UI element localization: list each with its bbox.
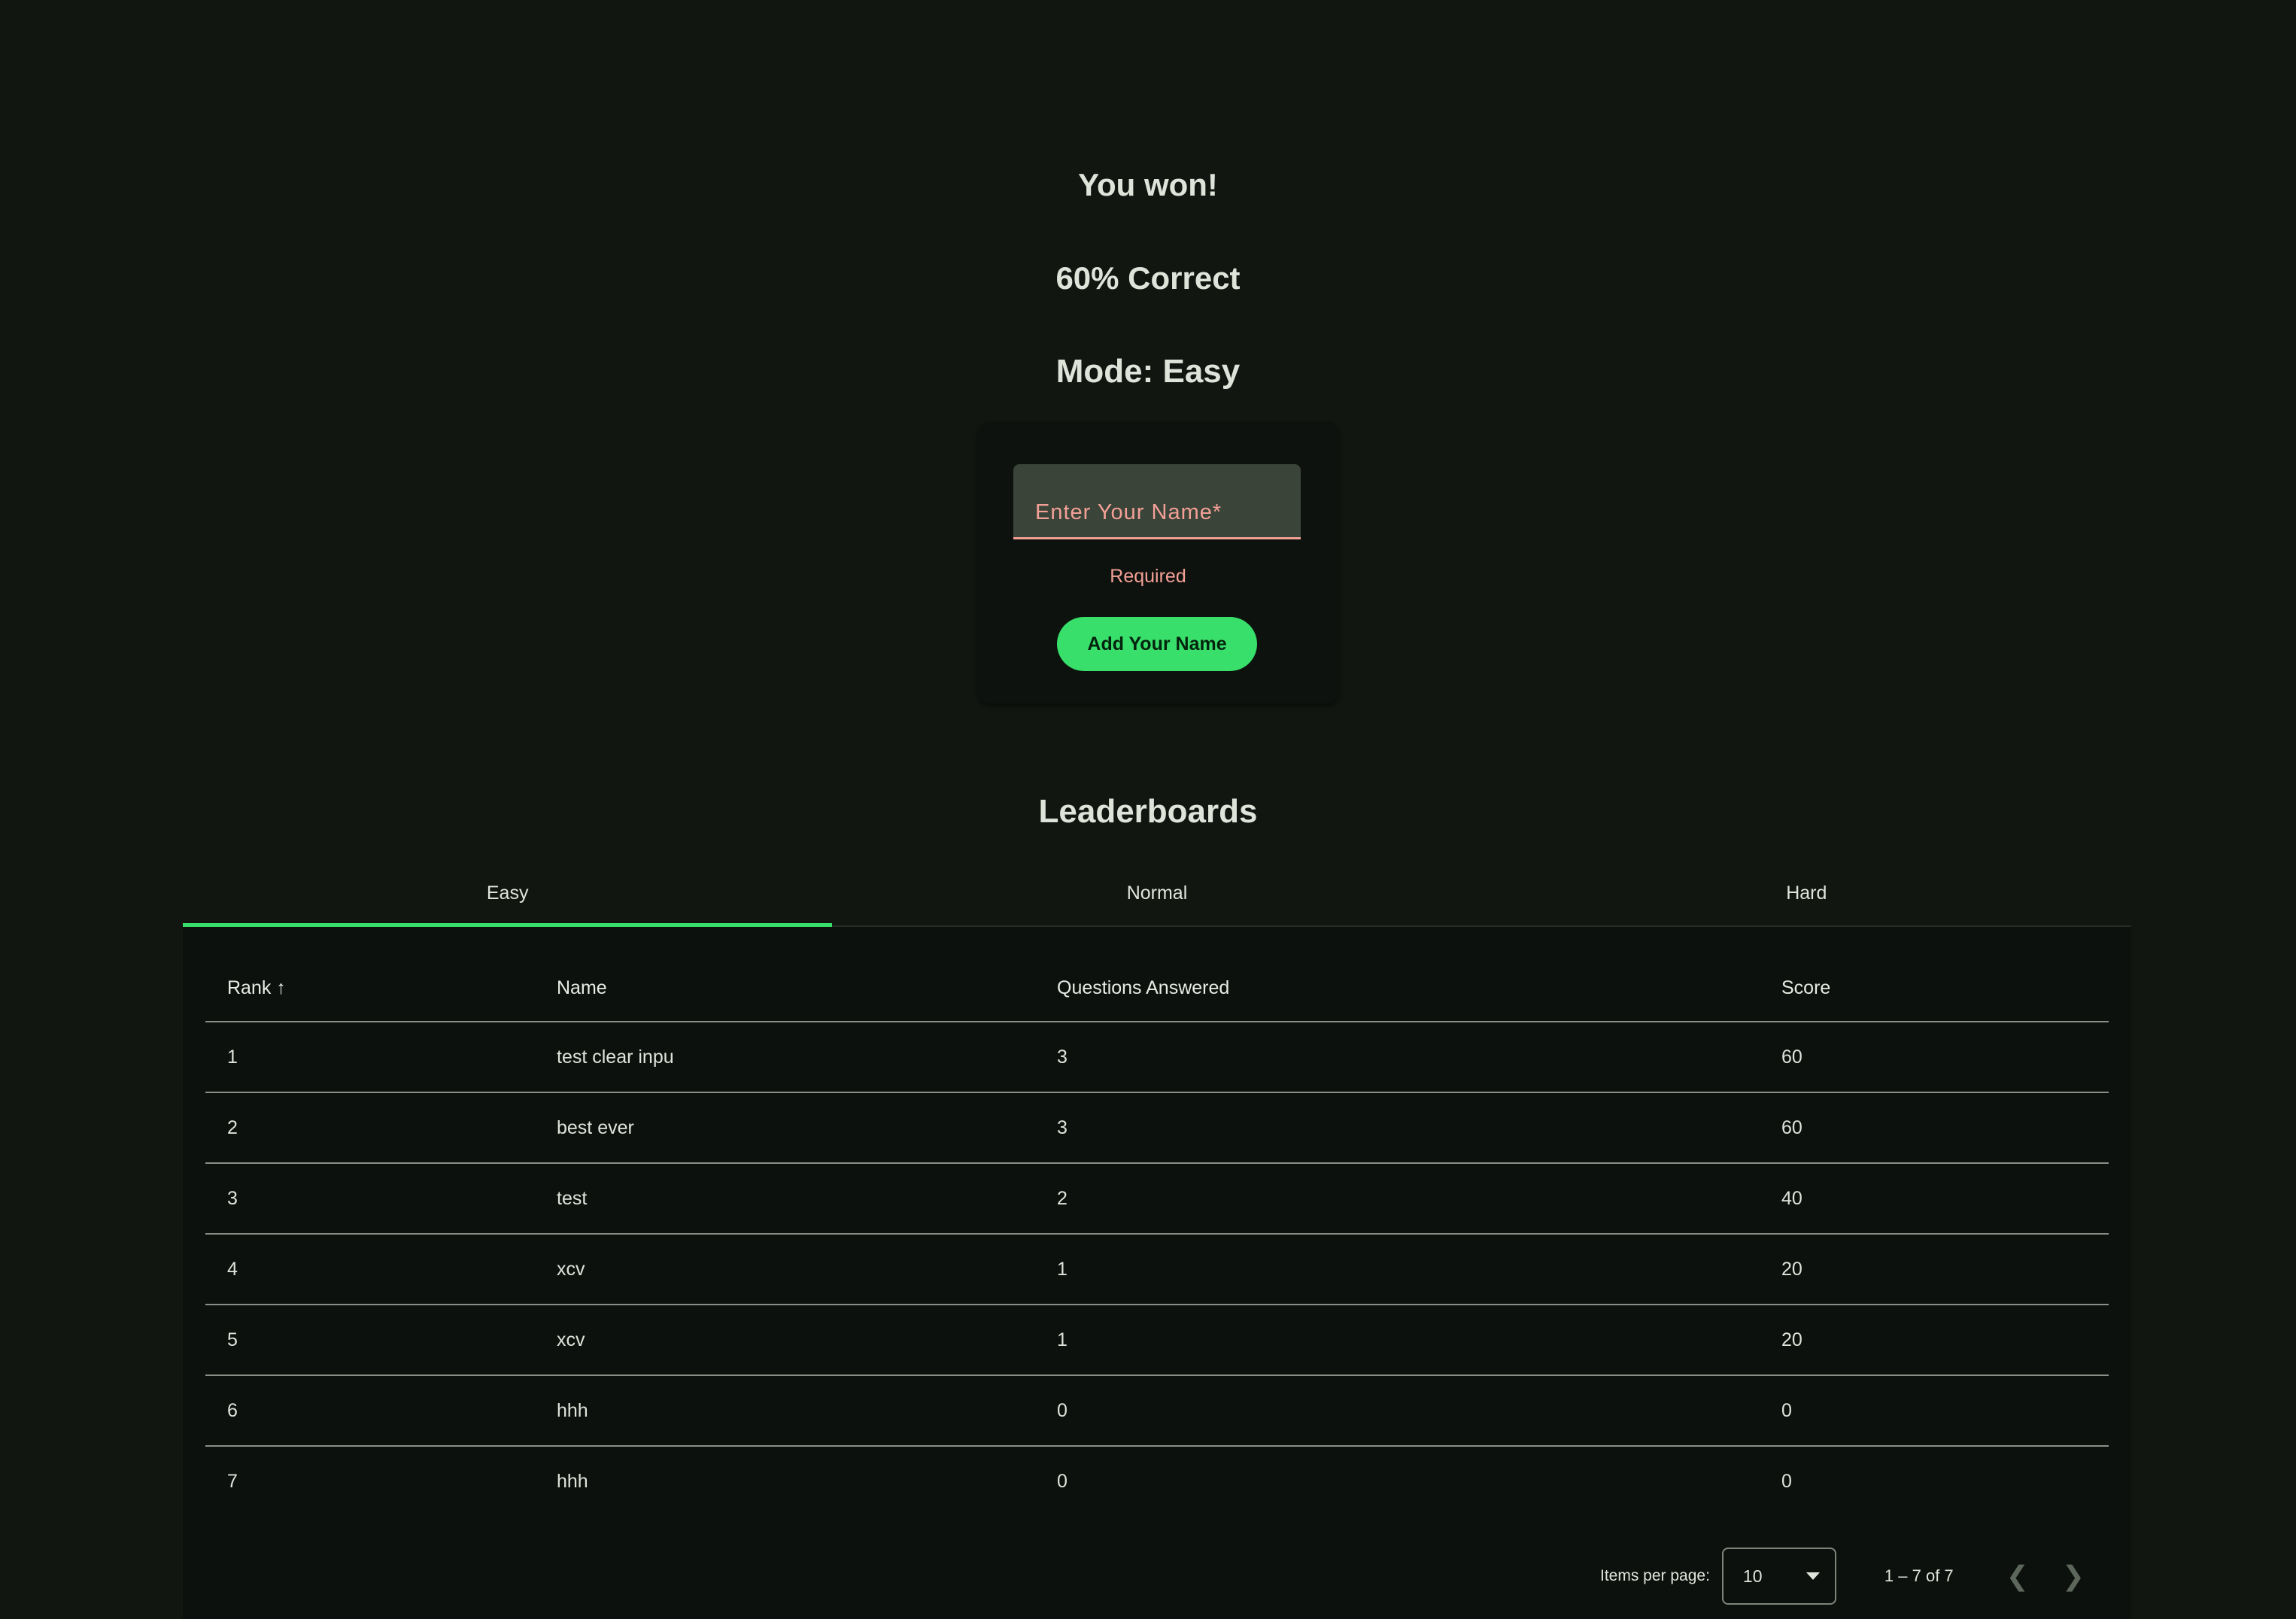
table-row: 4 xcv 1 20 (205, 1234, 2109, 1305)
rank-cell: 1 (205, 1022, 557, 1093)
score-cell: 20 (1781, 1305, 2109, 1376)
page-size-select[interactable]: 10 (1721, 1548, 1836, 1605)
name-cell: xcv (557, 1234, 1057, 1305)
dropdown-arrow-icon (1806, 1572, 1820, 1580)
header-rank[interactable]: Rank ↑ (205, 955, 557, 1022)
questions-cell: 1 (1057, 1305, 1781, 1376)
questions-cell: 0 (1057, 1375, 1781, 1447)
name-cell: test clear inpu (557, 1022, 1057, 1093)
score-cell: 0 (1781, 1375, 2109, 1447)
paginator: Items per page: 10 1 – 7 of 7 ❮ ❯ (1600, 1548, 2085, 1605)
score-cell: 60 (1781, 1092, 2109, 1164)
table-row: 6 hhh 0 0 (205, 1375, 2109, 1447)
questions-cell: 2 (1057, 1163, 1781, 1235)
result-title: You won! (1078, 167, 1218, 202)
name-cell: hhh (557, 1375, 1057, 1447)
table-row: 1 test clear inpu 3 60 (205, 1022, 2109, 1093)
table-row: 3 test 2 40 (205, 1163, 2109, 1235)
page-range: 1 – 7 of 7 (1884, 1566, 1954, 1585)
questions-cell: 3 (1057, 1092, 1781, 1164)
items-per-page-label: Items per page: (1600, 1567, 1710, 1584)
questions-cell: 0 (1057, 1471, 1068, 1492)
questions-cell: 3 (1057, 1022, 1781, 1093)
name-input[interactable] (1013, 464, 1301, 539)
score-cell: 0 (1781, 1471, 1792, 1492)
required-error: Required (1110, 566, 1186, 587)
score-cell: 20 (1781, 1234, 2109, 1305)
leaderboards-title: Leaderboards (1038, 793, 1258, 830)
previous-page-button[interactable]: ❮ (2006, 1560, 2029, 1592)
rank-cell: 2 (205, 1092, 557, 1164)
arrow-up-icon: ↑ (276, 977, 286, 998)
header-questions[interactable]: Questions Answered (1057, 955, 1781, 1022)
rank-cell: 7 (227, 1471, 238, 1492)
add-name-button[interactable]: Add Your Name (1057, 617, 1257, 671)
tab-normal[interactable]: Normal (832, 861, 1481, 925)
next-page-button[interactable]: ❯ (2062, 1560, 2085, 1592)
score-cell: 40 (1781, 1163, 2109, 1235)
leaderboard-table-container: Rank ↑ Name Questions Answered Score 1 te… (183, 927, 2131, 1619)
tab-easy[interactable]: Easy (183, 861, 833, 927)
header-score[interactable]: Score (1781, 955, 2109, 1022)
table-row: 2 best ever 3 60 (205, 1092, 2109, 1164)
tab-hard[interactable]: Hard (1482, 861, 2131, 925)
name-cell: best ever (557, 1092, 1057, 1164)
leaderboard-table: Rank ↑ Name Questions Answered Score 1 te… (205, 955, 2109, 1517)
rank-cell: 6 (205, 1375, 557, 1447)
header-name[interactable]: Name (557, 955, 1057, 1022)
name-cell: xcv (557, 1305, 1057, 1376)
mode-label: Mode: Easy (1055, 353, 1241, 390)
percent-correct: 60% Correct (1055, 260, 1241, 296)
rank-cell: 5 (205, 1305, 557, 1376)
questions-cell: 1 (1057, 1234, 1781, 1305)
difficulty-tabs: Easy Normal Hard (183, 861, 2131, 927)
table-row: 5 xcv 1 20 (205, 1305, 2109, 1376)
name-cell: test (557, 1163, 1057, 1235)
table-row: 7 hhh 0 0 (205, 1446, 2109, 1517)
score-cell: 60 (1781, 1022, 2109, 1093)
name-cell: hhh (557, 1471, 588, 1492)
rank-cell: 4 (205, 1234, 557, 1305)
rank-cell: 3 (205, 1163, 557, 1235)
